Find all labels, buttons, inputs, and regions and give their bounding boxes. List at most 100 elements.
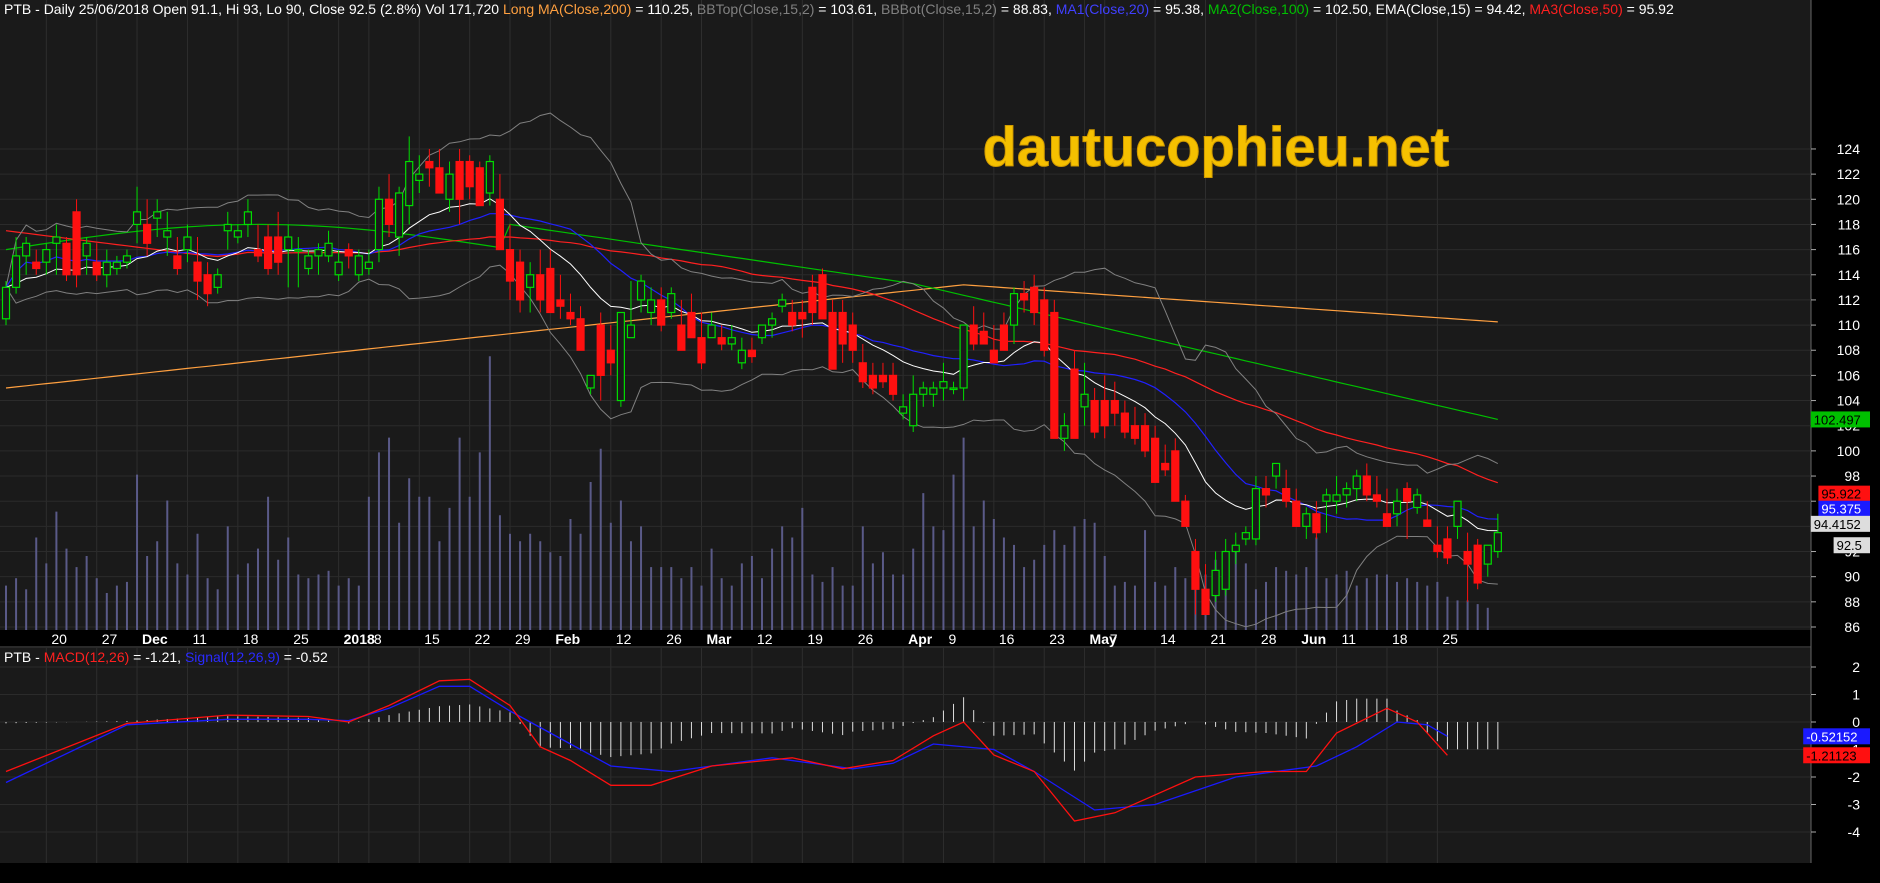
candle-body (465, 160, 474, 188)
candle-body (445, 173, 454, 200)
candle-body (1231, 544, 1240, 553)
candle-body (767, 318, 777, 326)
candle-body (374, 198, 384, 251)
candle-body (586, 374, 595, 389)
candle-body (1080, 393, 1089, 408)
candle-body (203, 274, 212, 295)
candle-body (304, 255, 313, 270)
y-tick-label: 120 (1837, 191, 1861, 207)
macd-y-tick-label: -4 (1848, 824, 1861, 840)
x-tick-label: 25 (1442, 631, 1458, 647)
x-tick-label: 20 (51, 631, 67, 647)
candle-body (92, 261, 101, 276)
candle-body (727, 337, 736, 345)
candle-body (667, 293, 676, 314)
candle-body (505, 249, 515, 282)
candle-body (546, 267, 555, 314)
x-tick-label: 2018 (344, 631, 375, 647)
candle-body (1463, 550, 1472, 565)
x-tick-label: 7 (1110, 631, 1118, 647)
y-tick-label: 88 (1844, 594, 1860, 610)
candle-body (324, 242, 333, 257)
candle-body (1433, 544, 1442, 553)
x-tick-label: 12 (616, 631, 632, 647)
candle-body (122, 255, 132, 263)
candle-body (153, 211, 162, 219)
candle-body (1352, 475, 1361, 490)
candle-body (1282, 488, 1291, 502)
candle-body (82, 242, 91, 257)
candle-body (1151, 437, 1160, 483)
candle-body (1060, 425, 1069, 439)
candle-body (143, 223, 152, 244)
x-tick-label: Feb (555, 631, 580, 647)
y-tick-label: 104 (1837, 393, 1861, 409)
x-tick-label: 26 (666, 631, 682, 647)
candle-body (526, 274, 535, 288)
candle-body (112, 261, 121, 270)
candle-body (364, 261, 373, 270)
x-tick-label: Dec (142, 631, 168, 647)
candle-body (274, 236, 283, 263)
candle-body (616, 311, 625, 402)
candle-body (213, 274, 222, 288)
x-tick-label: 15 (424, 631, 440, 647)
candle-body (737, 349, 746, 364)
candle-body (1302, 513, 1311, 527)
candle-body (1413, 494, 1422, 509)
candle-body (263, 236, 273, 270)
x-tick-label: 18 (243, 631, 259, 647)
x-tick-label: 26 (858, 631, 874, 647)
candle-body (687, 311, 696, 339)
candle-body (1332, 494, 1341, 502)
x-tick-label: 9 (948, 631, 956, 647)
y-tick-label: 106 (1837, 367, 1861, 383)
candle-body (1070, 368, 1079, 439)
price-panel (0, 0, 1811, 630)
stock-chart: dautucophieu.net PTB - Daily 25/06/2018 … (0, 0, 1880, 878)
y-tick-label: 122 (1837, 166, 1861, 182)
candle-body (515, 261, 525, 301)
candle-body (818, 274, 827, 320)
candle-body (1110, 399, 1119, 414)
y-tick-label: 124 (1837, 141, 1861, 157)
macd-panel (0, 648, 1811, 863)
candle-body (495, 198, 505, 251)
candle-body (1040, 299, 1049, 351)
candle-body (1271, 462, 1281, 477)
candle-body (1120, 412, 1129, 433)
x-tick-label: 11 (192, 631, 207, 647)
y-tick-label: 118 (1838, 216, 1861, 232)
candle-body (1372, 494, 1381, 502)
candle-body (657, 299, 666, 326)
watermark-logo: dautucophieu.net (983, 115, 1450, 178)
candle-body (707, 324, 716, 339)
macd-y-tick-label: 1 (1852, 687, 1860, 703)
x-tick-label: 12 (757, 631, 773, 647)
candle-body (929, 387, 938, 395)
candle-body (848, 324, 857, 351)
price-marker-label: 94.4152 (1814, 517, 1861, 532)
candle-body (102, 261, 111, 276)
candle-body (969, 324, 978, 345)
candle-body (647, 299, 656, 314)
candle-body (1030, 286, 1039, 314)
macd-y-tick-label: 2 (1852, 659, 1860, 675)
x-tick-label: 19 (807, 631, 823, 647)
macd-y-tick-label: -2 (1848, 769, 1861, 785)
candle-body (717, 337, 726, 345)
candle-body (1392, 500, 1402, 515)
candle-body (405, 160, 414, 207)
candle-body (11, 255, 21, 288)
candle-body (757, 324, 767, 339)
candle-body (52, 236, 61, 244)
x-tick-label: 23 (1049, 631, 1065, 647)
price-marker-label: 95.375 (1821, 502, 1861, 517)
candle-body (576, 318, 585, 351)
y-tick-label: 90 (1844, 569, 1860, 585)
y-tick-label: 114 (1838, 267, 1861, 283)
candle-body (1443, 538, 1452, 559)
x-tick-label: 21 (1211, 631, 1227, 647)
candle-body (606, 349, 615, 364)
candle-body (677, 324, 686, 351)
